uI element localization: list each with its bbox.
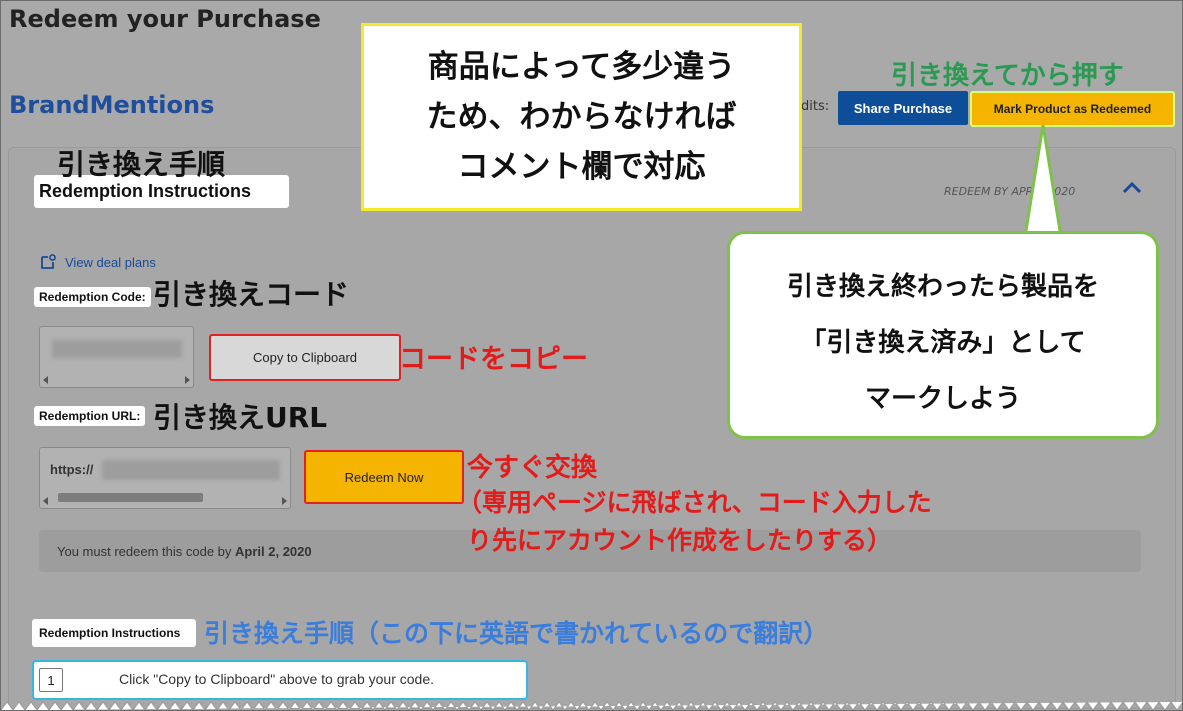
- callout-line: マークしよう: [864, 384, 1021, 414]
- torn-edge: [1, 701, 1182, 710]
- notice-date: April 2, 2020: [235, 543, 312, 559]
- callout-line: コメント欄で対応: [457, 149, 706, 185]
- redacted-url: [102, 460, 280, 480]
- mark-redeemed-button[interactable]: Mark Product as Redeemed: [970, 91, 1175, 127]
- step-number: 1: [39, 668, 63, 692]
- annotation-code-heading: 引き換えコード: [153, 278, 350, 311]
- instructions-title: Redemption Instructions: [32, 619, 196, 647]
- annotation-copy-code: コードをコピー: [399, 344, 588, 375]
- app-window: Redeem your Purchase BrandMentions dits:…: [0, 0, 1183, 711]
- view-deal-plans-label: View deal plans: [65, 254, 156, 270]
- callout-line: 商品によって多少違う: [427, 49, 736, 85]
- redemption-url-field[interactable]: https://: [39, 447, 291, 509]
- notice-text: You must redeem this code by: [57, 543, 236, 559]
- annotation-redeem-note: り先にアカウント作成をしたりする）: [467, 526, 893, 555]
- annotation-steps-heading: 引き換え手順: [57, 148, 226, 181]
- step-text: Click "Copy to Clipboard" above to grab …: [119, 671, 434, 687]
- credits-label: dits:: [801, 99, 830, 114]
- instruction-step: 1 Click "Copy to Clipboard" above to gra…: [32, 660, 528, 700]
- redeem-now-button[interactable]: Redeem Now: [304, 450, 464, 504]
- redemption-url-label: Redemption URL:: [34, 406, 146, 426]
- callout-tail: [1023, 125, 1063, 237]
- callout-line: 引き換え終わったら製品を: [786, 272, 1099, 302]
- horizontal-scrollbar[interactable]: [58, 493, 203, 502]
- annotation-callout-right: 引き換え終わったら製品を 「引き換え済み」として マークしよう: [727, 231, 1159, 439]
- annotation-translation-note: 引き換え手順（この下に英語で書かれているので翻訳）: [204, 619, 829, 648]
- scroll-right-icon[interactable]: [282, 497, 287, 505]
- annotation-callout-top: 商品によって多少違う ため、わからなければ コメント欄で対応: [361, 23, 802, 211]
- scroll-right-icon[interactable]: [185, 376, 190, 384]
- callout-line: 「引き換え済み」として: [800, 328, 1086, 358]
- url-prefix: https://: [50, 462, 94, 477]
- redacted-code: [52, 340, 182, 358]
- share-purchase-button[interactable]: Share Purchase: [838, 91, 968, 125]
- page-title: Redeem your Purchase: [9, 5, 321, 33]
- copy-to-clipboard-button[interactable]: Copy to Clipboard: [209, 334, 401, 381]
- callout-line: ため、わからなければ: [426, 99, 737, 135]
- annotation-redeem-now: 今すぐ交換: [467, 453, 598, 483]
- view-deal-plans-link[interactable]: View deal plans: [39, 253, 156, 271]
- external-doc-icon: [41, 254, 56, 269]
- redemption-code-label: Redemption Code:: [34, 287, 151, 307]
- annotation-redeem-note: （専用ページに飛ばされ、コード入力した: [457, 488, 932, 517]
- annotation-mark-after: 引き換えてから押す: [891, 61, 1124, 91]
- chevron-up-icon[interactable]: [1119, 175, 1145, 201]
- brand-name[interactable]: BrandMentions: [9, 91, 214, 119]
- annotation-url-heading: 引き換えURL: [153, 401, 328, 434]
- scroll-left-icon[interactable]: [43, 497, 48, 505]
- scroll-left-icon[interactable]: [43, 376, 48, 384]
- redemption-code-field[interactable]: [39, 326, 194, 388]
